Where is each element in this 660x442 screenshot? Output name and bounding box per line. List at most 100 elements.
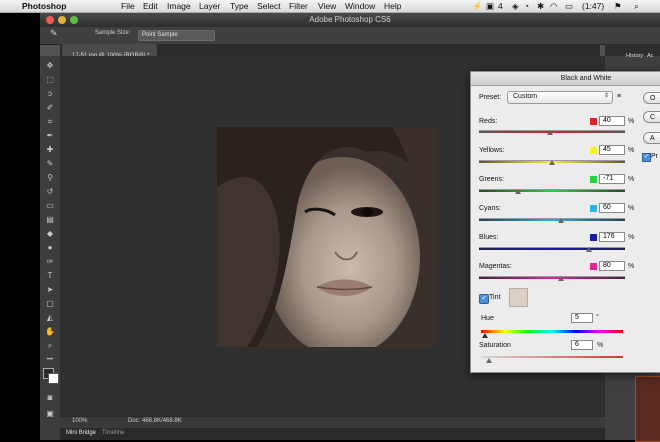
blues-slider-track[interactable] bbox=[479, 247, 625, 250]
history-brush-tool-icon[interactable]: ↺ bbox=[44, 186, 56, 198]
status-icon-c[interactable]: ◈ bbox=[512, 0, 519, 12]
document-size-info[interactable]: Doc: 468.8K/468.8K bbox=[128, 418, 182, 424]
healing-brush-tool-icon[interactable]: ✚ bbox=[44, 144, 56, 156]
greens-input[interactable] bbox=[599, 174, 625, 184]
preset-select[interactable]: Custom ⇕ bbox=[507, 91, 613, 104]
yellows-slider-knob[interactable] bbox=[549, 160, 555, 165]
magentas-slider-track[interactable] bbox=[479, 276, 625, 279]
menu-file[interactable]: File bbox=[121, 0, 135, 12]
menu-help[interactable]: Help bbox=[384, 0, 401, 12]
wifi-icon[interactable]: ◠ bbox=[550, 0, 557, 12]
hue-slider-track[interactable] bbox=[481, 330, 623, 333]
gradient-tool-icon[interactable]: ▤ bbox=[44, 214, 56, 226]
pen-tool-icon[interactable]: ✑ bbox=[44, 256, 56, 268]
menu-window[interactable]: Window bbox=[345, 0, 375, 12]
sample-size-label: Sample Size: bbox=[95, 30, 131, 36]
document-image[interactable] bbox=[217, 127, 435, 347]
screen-mode-icon[interactable]: ▣ bbox=[44, 408, 56, 420]
window-title: Adobe Photoshop CS6 bbox=[309, 15, 391, 24]
quick-select-tool-icon[interactable]: ✐ bbox=[44, 102, 56, 114]
preset-value: Custom bbox=[513, 93, 538, 100]
menu-type[interactable]: Type bbox=[230, 0, 248, 12]
hue-slider-knob[interactable] bbox=[482, 333, 488, 338]
menu-filter[interactable]: Filter bbox=[289, 0, 308, 12]
status-icon-d[interactable]: ◔ bbox=[524, 0, 529, 12]
status-count[interactable]: 4 bbox=[498, 0, 503, 12]
reds-slider-knob[interactable] bbox=[547, 130, 553, 135]
tint-color-swatch[interactable] bbox=[509, 288, 528, 307]
move-tool-icon[interactable]: ✥ bbox=[44, 60, 56, 72]
saturation-slider-knob[interactable] bbox=[486, 358, 492, 363]
more-tools-icon[interactable]: ••• bbox=[44, 354, 56, 366]
lasso-tool-icon[interactable]: ↄ bbox=[44, 88, 56, 100]
dialog-title: Black and White bbox=[560, 75, 612, 82]
3d-tool-icon[interactable]: ◭ bbox=[44, 312, 56, 324]
zoom-tool-icon[interactable]: ⌕ bbox=[44, 340, 56, 352]
search-icon[interactable]: ⌕ bbox=[634, 0, 639, 12]
eyedropper-tool-icon[interactable]: ✒ bbox=[44, 130, 56, 142]
blues-input[interactable] bbox=[599, 232, 625, 242]
ok-button[interactable]: O bbox=[643, 92, 660, 104]
cyans-input[interactable] bbox=[599, 203, 625, 213]
saturation-slider-track[interactable] bbox=[481, 356, 623, 358]
saturation-unit: % bbox=[597, 342, 604, 349]
quick-mask-icon[interactable]: ◙ bbox=[44, 392, 56, 404]
greens-swatch bbox=[590, 176, 597, 183]
saturation-input[interactable] bbox=[571, 340, 593, 350]
menu-edit[interactable]: Edit bbox=[143, 0, 158, 12]
sample-size-select[interactable]: Point Sample bbox=[138, 30, 215, 41]
cyans-slider-track[interactable] bbox=[479, 218, 625, 221]
cyans-slider-knob[interactable] bbox=[558, 218, 564, 223]
menu-image[interactable]: Image bbox=[167, 0, 191, 12]
marquee-tool-icon[interactable]: ⬚ bbox=[44, 74, 56, 86]
yellows-input[interactable] bbox=[599, 145, 625, 155]
window-title-bar: Adobe Photoshop CS6 bbox=[40, 13, 660, 27]
zoom-level[interactable]: 100% bbox=[72, 418, 87, 424]
battery-icon[interactable]: ▭ bbox=[565, 0, 573, 12]
status-icon-a[interactable]: ⚡ bbox=[472, 0, 483, 12]
hue-input[interactable] bbox=[571, 313, 593, 323]
clone-stamp-tool-icon[interactable]: ⚲ bbox=[44, 172, 56, 184]
background-color-swatch[interactable] bbox=[48, 373, 59, 384]
magentas-input[interactable] bbox=[599, 261, 625, 271]
brush-tool-icon[interactable]: ✎ bbox=[44, 158, 56, 170]
menu-view[interactable]: View bbox=[318, 0, 336, 12]
reds-input[interactable] bbox=[599, 116, 625, 126]
type-tool-icon[interactable]: T bbox=[44, 270, 56, 282]
tab-timeline[interactable]: Timeline bbox=[102, 430, 124, 436]
shape-tool-icon[interactable]: ▢ bbox=[44, 298, 56, 310]
status-icon-b[interactable]: ▣ bbox=[486, 0, 494, 12]
menu-layer[interactable]: Layer bbox=[199, 0, 220, 12]
menu-select[interactable]: Select bbox=[257, 0, 281, 12]
magentas-slider-knob[interactable] bbox=[558, 276, 564, 281]
dodge-tool-icon[interactable]: ● bbox=[44, 242, 56, 254]
reds-swatch bbox=[590, 118, 597, 125]
path-select-tool-icon[interactable]: ➤ bbox=[44, 284, 56, 296]
menu-app-name[interactable]: Photoshop bbox=[22, 0, 66, 12]
flag-icon[interactable]: ⚑ bbox=[614, 0, 622, 12]
tab-history[interactable]: History bbox=[626, 53, 643, 59]
blur-tool-icon[interactable]: ◆ bbox=[44, 228, 56, 240]
battery-time[interactable]: (1:47) bbox=[582, 0, 604, 12]
yellows-unit: % bbox=[628, 147, 635, 154]
tint-checkbox[interactable]: ✓ bbox=[479, 294, 489, 304]
auto-button[interactable]: A bbox=[643, 132, 660, 144]
crop-tool-icon[interactable]: ⌗ bbox=[44, 116, 56, 128]
greens-slider-knob[interactable] bbox=[515, 189, 521, 194]
eraser-tool-icon[interactable]: ▭ bbox=[44, 200, 56, 212]
reds-label: Reds: bbox=[479, 118, 498, 125]
tools-panel: ✥ ⬚ ↄ ✐ ⌗ ✒ ✚ ✎ ⚲ ↺ ▭ ▤ ◆ ● ✑ T ➤ ▢ ◭ ✋ … bbox=[40, 56, 61, 440]
blues-swatch bbox=[590, 234, 597, 241]
blues-slider-knob[interactable] bbox=[586, 247, 592, 252]
layer-thumbnail[interactable] bbox=[635, 376, 660, 442]
document-tab[interactable]: 17-51.jpg @ 100% (RGB/8) * bbox=[62, 44, 157, 59]
tab-mini-bridge[interactable]: Mini Bridge bbox=[66, 430, 96, 436]
hand-tool-icon[interactable]: ✋ bbox=[44, 326, 56, 338]
eyedropper-icon[interactable]: ✎ bbox=[50, 28, 58, 39]
cancel-button[interactable]: C bbox=[643, 111, 660, 123]
bluetooth-icon[interactable]: ✱ bbox=[537, 0, 544, 12]
tab-actions[interactable]: Ac bbox=[647, 53, 653, 59]
greens-slider-track[interactable] bbox=[479, 189, 625, 192]
preview-checkbox[interactable]: ✓ bbox=[642, 153, 651, 162]
preset-options-icon[interactable]: ≡ bbox=[617, 93, 621, 100]
